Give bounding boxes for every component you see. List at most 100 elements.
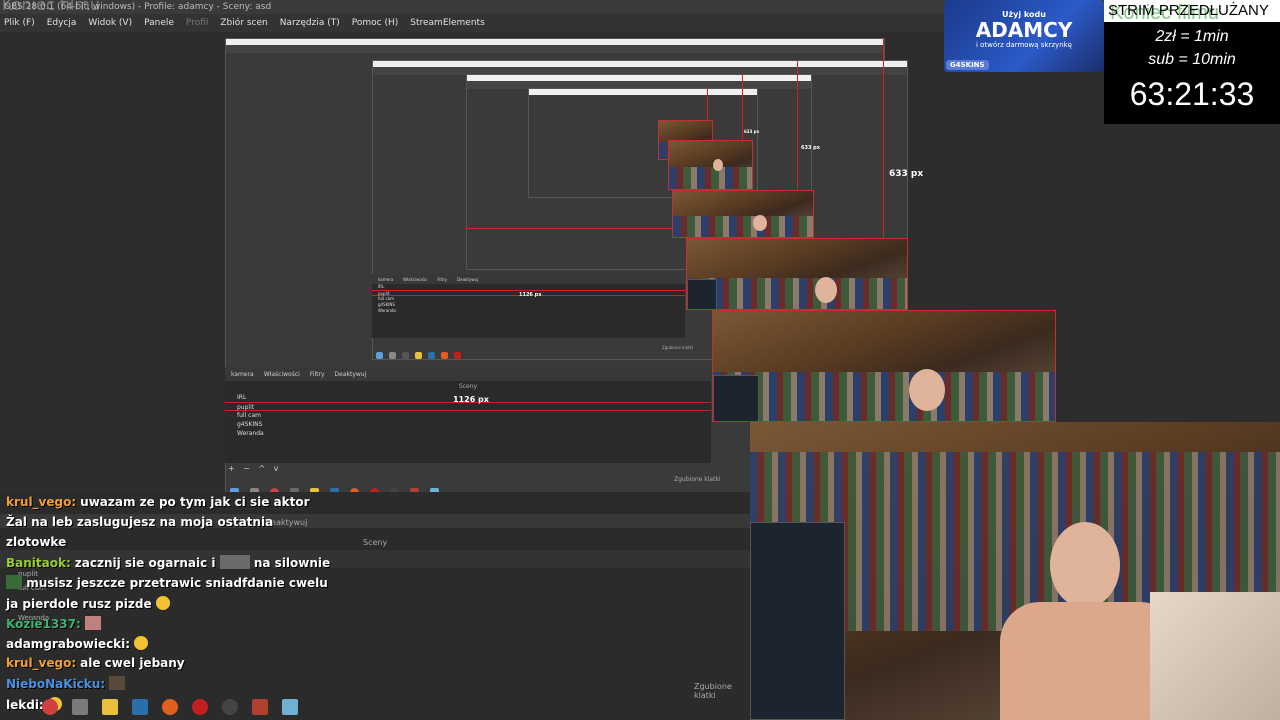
webcam-main xyxy=(750,422,1280,720)
folder-icon xyxy=(415,352,422,359)
source-name: kamera xyxy=(378,276,394,282)
status-dropped-frames: Zgubione klatki xyxy=(674,476,721,483)
chat-message: Žal na leb zaslugujesz na moja ostatnia xyxy=(6,515,273,529)
nested-taskbar xyxy=(376,352,461,359)
chat-message: krul_vego: ale cwel jebany xyxy=(6,656,185,670)
subathon-title-text: STRIM PRZEDŁUŻANY xyxy=(1108,2,1269,19)
chat-message: musisz jeszcze przetrawic sniadfdanie cw… xyxy=(6,575,328,590)
obs-icon[interactable] xyxy=(222,699,238,715)
menu-tools[interactable]: Narzędzia (T) xyxy=(280,14,340,32)
chat-text: uwazam ze po tym jak ci sie aktor xyxy=(80,495,310,509)
person-head xyxy=(753,215,767,231)
subathon-timer: 63:21:33 xyxy=(1129,76,1255,112)
chat-text: zlotowke xyxy=(6,535,67,549)
chat-username[interactable]: Kozie1337: xyxy=(6,617,81,631)
person-head xyxy=(713,159,723,171)
tab-properties[interactable]: Właściwości xyxy=(403,277,427,282)
window-title: OBS 28.0.1 (64-bit, windows) - Profile: … xyxy=(4,2,272,12)
windows-icon xyxy=(376,352,383,359)
app-icon[interactable] xyxy=(252,699,268,715)
tab-filters[interactable]: Filtry xyxy=(437,277,447,282)
steam-icon xyxy=(428,352,435,359)
opera-icon xyxy=(454,352,461,359)
guide-line xyxy=(466,228,672,229)
emote-image xyxy=(219,555,250,569)
chat-text: musisz jeszcze przetrawic sniadfdanie cw… xyxy=(26,576,328,590)
width-label: 1126 px xyxy=(519,292,542,298)
hugging-emoji-icon xyxy=(155,596,170,610)
menu-file[interactable]: Plik (F) xyxy=(4,14,35,32)
chat-username[interactable]: krul_vego: xyxy=(6,656,76,670)
chat-text: ja pierdole rusz pizde xyxy=(6,597,152,611)
status-dropped-frames: Zgubione klatki xyxy=(662,345,694,350)
tab-properties[interactable]: Właściwości xyxy=(264,371,300,378)
sub-rate: sub = 10min xyxy=(1148,51,1236,68)
monitor xyxy=(750,522,845,720)
sponsor-line2: i otwórz darmową skrzynkę xyxy=(975,41,1072,49)
chat-username[interactable]: NieboNaKicku: xyxy=(6,677,105,691)
chat-message: zlotowke xyxy=(6,535,66,549)
tab-deactivate[interactable]: Deaktywuj xyxy=(457,277,478,282)
menu-docks[interactable]: Panele xyxy=(144,14,174,32)
chat-message: Kozie1337: xyxy=(6,616,101,631)
steam-icon[interactable] xyxy=(132,699,148,715)
emote-image xyxy=(109,676,126,690)
height-label: 633 px xyxy=(744,129,760,134)
monitor xyxy=(687,279,717,309)
scene-item[interactable]: Weranda xyxy=(372,308,685,314)
menu-edit[interactable]: Edycja xyxy=(47,14,77,32)
emote-image xyxy=(84,616,101,630)
source-name: kamera xyxy=(231,370,254,378)
scene-item[interactable]: full cam xyxy=(225,411,711,420)
person-head xyxy=(815,277,837,303)
webcam-nested-2 xyxy=(686,238,908,310)
tab-filters[interactable]: Filtry xyxy=(310,371,325,378)
donation-rate: 2zł = 1min xyxy=(1155,28,1229,45)
menu-view[interactable]: Widok (V) xyxy=(88,14,132,32)
clothes-rack xyxy=(713,371,1055,421)
folder-icon[interactable] xyxy=(102,699,118,715)
obs-icon xyxy=(402,352,409,359)
clothes-rack xyxy=(673,216,813,237)
sponsor-logo: G4SKINS xyxy=(946,60,989,70)
chat-username[interactable]: Banitaok: xyxy=(6,556,71,570)
chat-username[interactable]: adamgrabowiecki: xyxy=(6,637,130,651)
grin-emoji-icon xyxy=(134,636,149,650)
chat-message: adamgrabowiecki: xyxy=(6,636,149,651)
scene-item[interactable]: g4SKINS xyxy=(225,420,711,429)
chat-message: ja pierdole rusz pizde xyxy=(6,596,170,611)
clothes-rack xyxy=(669,167,752,189)
store-icon[interactable] xyxy=(72,699,88,715)
scenes-dock-header: kamera Właściwości Filtry Deaktywuj xyxy=(225,367,711,381)
width-label: 1126 px xyxy=(453,395,489,404)
sponsor-code: ADAMCY xyxy=(975,18,1073,42)
scene-item[interactable]: Weranda xyxy=(225,429,711,438)
bg-scenes-heading: Sceny xyxy=(363,538,388,547)
chat-username[interactable]: krul_vego: xyxy=(6,495,76,509)
scenes-dock-header-nested: kamera Właściwości Filtry Deaktywuj xyxy=(372,274,685,284)
subathon-title: Koniec filmu STRIM PRZEDŁUŻANY xyxy=(1104,0,1280,22)
menu-scene-collection[interactable]: Zbiór scen xyxy=(220,14,267,32)
windows-taskbar xyxy=(0,694,750,720)
firefox-icon[interactable] xyxy=(162,699,178,715)
chrome-icon[interactable] xyxy=(42,699,58,715)
chat-message: krul_vego: uwazam ze po tym jak ci sie ak… xyxy=(6,495,310,509)
webcam-nested-3 xyxy=(672,190,814,238)
bed xyxy=(1150,592,1280,720)
height-label: 633 px xyxy=(801,145,820,151)
chat-text: Žal na leb zaslugujesz na moja ostatnia xyxy=(6,515,274,529)
chat-text: na silownie xyxy=(253,556,331,570)
chat-message: NieboNaKicku: xyxy=(6,676,126,691)
opera-icon[interactable] xyxy=(192,699,208,715)
sponsor-banner: Użyj kodu ADAMCY i otwórz darmową skrzyn… xyxy=(944,0,1104,72)
person-head xyxy=(909,369,945,411)
scenes-heading: Sceny xyxy=(458,383,478,390)
notepad-icon[interactable] xyxy=(282,699,298,715)
menu-streamelements[interactable]: StreamElements xyxy=(410,14,485,32)
menu-profile[interactable]: Profil xyxy=(186,14,208,32)
tab-deactivate[interactable]: Deaktywuj xyxy=(335,371,367,378)
webcam-nested-4 xyxy=(668,140,753,190)
menu-help[interactable]: Pomoc (H) xyxy=(352,14,399,32)
height-label: 633 px xyxy=(889,169,924,179)
search-icon xyxy=(389,352,396,359)
